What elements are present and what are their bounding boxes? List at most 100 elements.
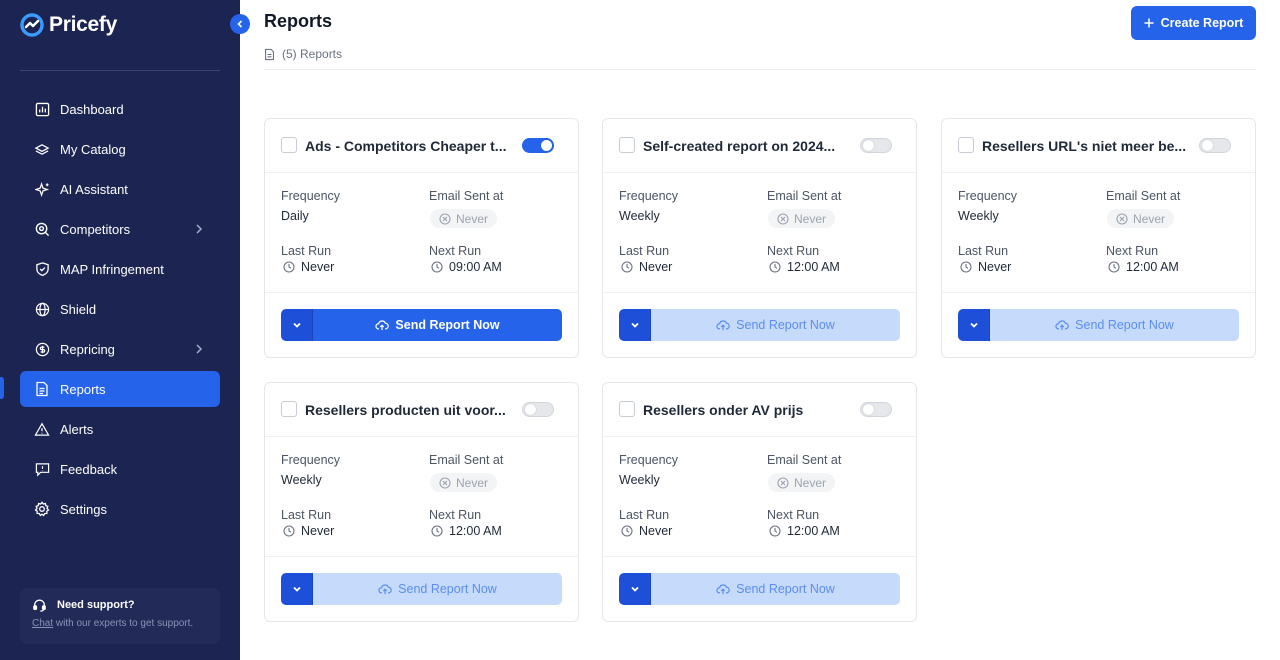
send-report-now-button[interactable]: Send Report Now: [990, 309, 1239, 341]
toggle-knob: [1202, 140, 1213, 151]
shield-check-icon: [34, 261, 50, 277]
report-select-checkbox[interactable]: [619, 401, 635, 417]
toggle-knob: [541, 140, 552, 151]
send-options-dropdown[interactable]: [281, 309, 313, 341]
toggle-knob: [863, 404, 874, 415]
feedback-icon: [34, 461, 50, 477]
report-card-header: Ads - Competitors Cheaper t...: [265, 119, 578, 173]
chevron-left-icon: [237, 20, 243, 28]
sidebar: Pricefy Dashboard My Catalog AI Assistan…: [0, 0, 240, 660]
sidebar-item-reports[interactable]: Reports: [20, 371, 220, 407]
collapse-sidebar-button[interactable]: [230, 14, 250, 34]
report-card-body: Frequency Weekly Email Sent at Never Last Ru…: [603, 437, 916, 557]
gear-icon: [34, 501, 50, 517]
report-card-header: Resellers producten uit voor...: [265, 383, 578, 437]
clock-icon: [769, 525, 781, 537]
report-card: Resellers producten uit voor... Frequency…: [264, 382, 579, 622]
report-enabled-toggle[interactable]: [522, 402, 554, 417]
cloud-upload-icon: [716, 584, 730, 595]
chevron-down-icon: [292, 322, 301, 328]
next-run-label: Next Run: [767, 244, 820, 258]
report-title[interactable]: Resellers URL's niet meer be...: [982, 137, 1192, 155]
page-title: Reports: [264, 11, 333, 31]
sidebar-item-settings[interactable]: Settings: [20, 491, 220, 527]
sidebar-item-label: Alerts: [60, 421, 94, 437]
send-options-dropdown[interactable]: [619, 309, 651, 341]
report-select-checkbox[interactable]: [958, 137, 974, 153]
report-select-checkbox[interactable]: [619, 137, 635, 153]
last-run-value: Never: [283, 524, 334, 538]
chat-link[interactable]: Chat: [32, 618, 53, 629]
sidebar-item-label: Dashboard: [60, 101, 124, 117]
next-run-value: 12:00 AM: [431, 524, 502, 538]
report-card: Resellers URL's niet meer be... Frequency…: [941, 118, 1256, 358]
sidebar-item-alerts[interactable]: Alerts: [20, 411, 220, 447]
sidebar-item-map-infringement[interactable]: MAP Infringement: [20, 251, 220, 287]
create-report-button[interactable]: Create Report: [1131, 6, 1256, 40]
support-text: Chat with our experts to get support.: [32, 618, 194, 629]
email-sent-badge: Never: [1107, 209, 1175, 228]
report-title[interactable]: Resellers producten uit voor...: [305, 401, 515, 419]
next-run-value: 12:00 AM: [769, 260, 840, 274]
clock-icon: [283, 261, 295, 273]
report-card: Ads - Competitors Cheaper t... Frequency D…: [264, 118, 579, 358]
chevron-right-icon: [196, 224, 203, 234]
report-enabled-toggle[interactable]: [860, 138, 892, 153]
send-options-dropdown[interactable]: [281, 573, 313, 605]
clock-icon: [621, 525, 633, 537]
frequency-value: Weekly: [619, 473, 660, 487]
sidebar-item-label: MAP Infringement: [60, 261, 164, 277]
support-box: Need support? Chat with our experts to g…: [20, 588, 220, 644]
globe-icon: [34, 301, 50, 317]
pricefy-logo-icon: [20, 13, 44, 37]
sidebar-item-feedback[interactable]: Feedback: [20, 451, 220, 487]
chevron-down-icon: [630, 322, 639, 328]
report-enabled-toggle[interactable]: [860, 402, 892, 417]
email-sent-label: Email Sent at: [429, 453, 504, 467]
send-options-dropdown[interactable]: [958, 309, 990, 341]
active-nav-marker: [0, 377, 4, 399]
email-sent-label: Email Sent at: [767, 189, 842, 203]
sidebar-item-shield[interactable]: Shield: [20, 291, 220, 327]
report-title[interactable]: Self-created report on 2024...: [643, 137, 853, 155]
report-enabled-toggle[interactable]: [522, 138, 554, 153]
email-sent-badge: Never: [430, 473, 498, 492]
send-report-split-button: Send Report Now: [281, 573, 562, 605]
last-run-label: Last Run: [619, 508, 670, 522]
logo[interactable]: Pricefy: [20, 13, 117, 37]
sidebar-divider: [20, 70, 220, 71]
main-content: Reports (5) Reports Create Report Ads - …: [240, 0, 1280, 660]
email-sent-badge: Never: [768, 209, 836, 228]
chevron-down-icon: [292, 586, 301, 592]
sidebar-item-my-catalog[interactable]: My Catalog: [20, 131, 220, 167]
report-enabled-toggle[interactable]: [1199, 138, 1231, 153]
report-card-body: Frequency Weekly Email Sent at Never Last Ru…: [942, 173, 1255, 293]
send-report-split-button: Send Report Now: [619, 309, 900, 341]
report-title[interactable]: Resellers onder AV prijs: [643, 401, 853, 419]
next-run-value: 09:00 AM: [431, 260, 502, 274]
plus-icon: [1144, 18, 1154, 28]
sidebar-item-competitors[interactable]: Competitors: [20, 211, 220, 247]
clock-icon: [960, 261, 972, 273]
sidebar-item-repricing[interactable]: Repricing: [20, 331, 220, 367]
send-report-now-button[interactable]: Send Report Now: [313, 309, 562, 341]
report-card-header: Self-created report on 2024...: [603, 119, 916, 173]
sidebar-item-ai-assistant[interactable]: AI Assistant: [20, 171, 220, 207]
sidebar-item-dashboard[interactable]: Dashboard: [20, 91, 220, 127]
frequency-value: Weekly: [619, 209, 660, 223]
sparkle-icon: [34, 181, 50, 197]
chevron-down-icon: [969, 322, 978, 328]
send-report-now-button[interactable]: Send Report Now: [651, 573, 900, 605]
dashboard-icon: [34, 101, 50, 117]
send-report-now-button[interactable]: Send Report Now: [313, 573, 562, 605]
chevron-right-icon: [196, 344, 203, 354]
send-report-now-button[interactable]: Send Report Now: [651, 309, 900, 341]
send-report-split-button: Send Report Now: [281, 309, 562, 341]
next-run-value: 12:00 AM: [769, 524, 840, 538]
report-select-checkbox[interactable]: [281, 137, 297, 153]
cloud-upload-icon: [716, 320, 730, 331]
report-title[interactable]: Ads - Competitors Cheaper t...: [305, 137, 515, 155]
report-select-checkbox[interactable]: [281, 401, 297, 417]
send-report-split-button: Send Report Now: [958, 309, 1239, 341]
send-options-dropdown[interactable]: [619, 573, 651, 605]
